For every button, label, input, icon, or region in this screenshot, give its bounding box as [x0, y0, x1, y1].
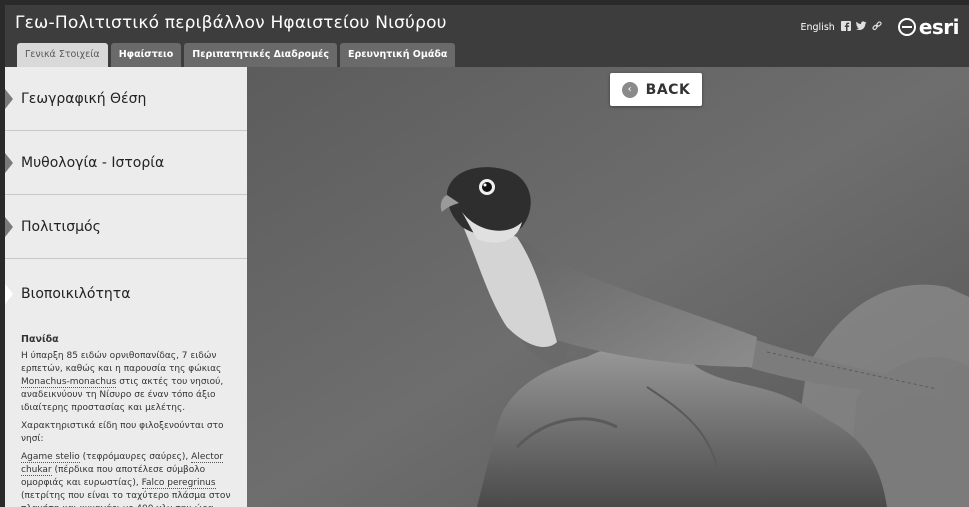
sidebar-section-geographic-location[interactable]: Γεωγραφική Θέση — [5, 67, 247, 131]
section-label: Βιοποικιλότητα — [21, 286, 131, 302]
sidebar-section-culture[interactable]: Πολιτισμός — [5, 195, 247, 259]
species-link[interactable]: Monachus-monachus — [21, 377, 117, 388]
app-frame: Γεω-Πολιτιστικό περιβάλλον Ηφαιστείου Νι… — [5, 5, 969, 507]
species-link[interactable]: Agame stelio — [21, 452, 80, 463]
tab-general-info[interactable]: Γενικά Στοιχεία — [17, 43, 108, 67]
logo-text: esri — [918, 15, 960, 39]
esri-logo[interactable]: esri — [897, 15, 960, 39]
section-label: Γεωγραφική Θέση — [21, 90, 147, 107]
tab-bar: Γενικά Στοιχεία Ηφαίστειο Περιπατητικές … — [17, 43, 456, 67]
falcon-photo: ‹ BACK — [247, 67, 969, 507]
text: (τεφρόμαυρες σαύρες), — [79, 452, 192, 462]
back-button[interactable]: ‹ BACK — [610, 73, 702, 106]
header-tools: English esri — [801, 15, 960, 39]
chevron-left-icon: ‹ — [621, 81, 638, 98]
section-label: Πολιτισμός — [21, 218, 101, 235]
facebook-icon[interactable] — [840, 20, 851, 34]
language-link[interactable]: English — [801, 22, 835, 33]
globe-icon — [897, 18, 916, 36]
link-icon[interactable] — [872, 20, 882, 34]
species-link[interactable]: Falco peregrinus — [141, 478, 216, 489]
header: Γεω-Πολιτιστικό περιβάλλον Ηφαιστείου Νι… — [5, 5, 969, 67]
sidebar: Γεωγραφική Θέση Μυθολογία - Ιστορία Πολι… — [5, 67, 247, 507]
sidebar-section-biodiversity[interactable]: Βιοποικιλότητα — [5, 259, 247, 329]
text: (πετρίτης που είναι το ταχύτερο πλάσμα σ… — [21, 491, 231, 507]
share-icons — [840, 20, 882, 34]
falcon-image — [247, 67, 969, 507]
paragraph-fauna: Η ύπαρξη 85 ειδών ορνιθοπανίδας, 7 ειδών… — [21, 350, 235, 415]
tab-walking-routes[interactable]: Περιπατητικές Διαδρομές — [184, 43, 337, 67]
content-heading: Πανίδα — [21, 334, 59, 345]
text: Η ύπαρξη 85 ειδών ορνιθοπανίδας, 7 ειδών… — [21, 351, 222, 374]
tab-research-team[interactable]: Ερευνητική Ομάδα — [339, 43, 456, 67]
twitter-icon[interactable] — [855, 20, 867, 34]
sidebar-section-mythology-history[interactable]: Μυθολογία - Ιστορία — [5, 131, 247, 195]
paragraph-species-intro: Χαρακτηριστικά είδη που φιλοξενούνται στ… — [21, 421, 224, 444]
page-title: Γεω-Πολιτιστικό περιβάλλον Ηφαιστείου Νι… — [15, 13, 447, 33]
section-content: Πανίδα Η ύπαρξη 85 ειδών ορνιθοπανίδας, … — [5, 333, 247, 507]
tab-volcano[interactable]: Ηφαίστειο — [110, 43, 182, 67]
section-label: Μυθολογία - Ιστορία — [21, 154, 165, 171]
back-label: BACK — [645, 81, 691, 98]
paragraph-species-list: Agame stelio (τεφρόμαυρες σαύρες), Alect… — [21, 451, 235, 507]
